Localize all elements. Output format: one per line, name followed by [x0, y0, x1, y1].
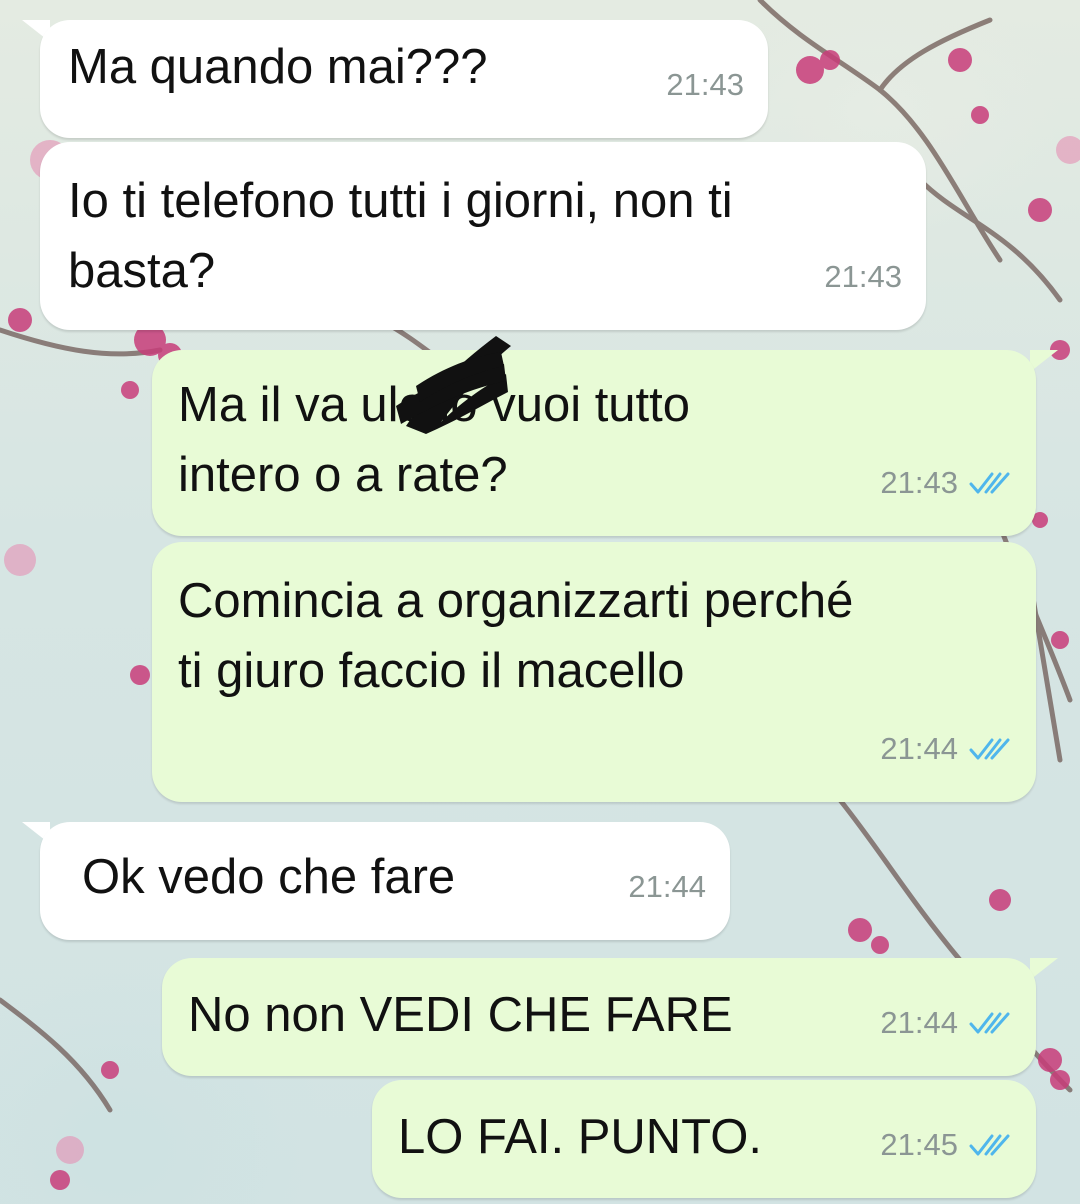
message-time: 21:43	[880, 465, 958, 500]
message-outgoing[interactable]: Ma il va ulo lo vuoi tutto intero o a ra…	[152, 336, 1036, 536]
message-outgoing[interactable]: No non VEDI CHE FARE 21:44	[162, 958, 1036, 1076]
double-check-read-icon	[969, 1134, 1010, 1156]
message-time: 21:43	[666, 67, 744, 102]
message-meta: 21:44	[880, 988, 1012, 1058]
double-check-read-icon	[969, 472, 1010, 494]
message-time: 21:44	[628, 869, 706, 904]
double-check-read-icon	[969, 738, 1010, 760]
message-time: 21:44	[880, 731, 958, 766]
message-time: 21:45	[880, 1127, 958, 1162]
outgoing-bubble-tail	[1030, 350, 1058, 372]
message-meta: 21:44	[628, 852, 706, 922]
message-meta: 21:43	[666, 50, 744, 120]
message-meta: 21:43	[824, 242, 902, 312]
message-text: No non VEDI CHE FARE	[188, 988, 733, 1042]
message-text: Comincia a organizzarti perché ti giuro …	[178, 574, 854, 698]
message-meta: 21:45	[880, 1110, 1012, 1180]
double-check-read-icon	[969, 1012, 1010, 1034]
message-incoming[interactable]: Ma quando mai??? 21:43	[40, 20, 768, 138]
message-text: Ok vedo che fare	[82, 850, 456, 904]
message-meta: 21:44	[880, 714, 1012, 784]
message-text: Ma quando mai???	[68, 40, 488, 94]
message-text: LO FAI. PUNTO.	[398, 1110, 762, 1164]
outgoing-bubble-tail	[1030, 958, 1058, 980]
message-meta: 21:43	[880, 448, 1012, 518]
message-outgoing[interactable]: Comincia a organizzarti perché ti giuro …	[152, 542, 1036, 802]
message-time: 21:43	[824, 259, 902, 294]
message-time: 21:44	[880, 1005, 958, 1040]
message-incoming[interactable]: Io ti telefono tutti i giorni, non ti ba…	[40, 142, 926, 330]
message-text: Io ti telefono tutti i giorni, non ti ba…	[68, 174, 733, 298]
message-incoming[interactable]: Ok vedo che fare 21:44	[40, 822, 730, 940]
message-outgoing[interactable]: LO FAI. PUNTO. 21:45	[372, 1080, 1036, 1198]
redaction-scribble	[396, 336, 511, 434]
